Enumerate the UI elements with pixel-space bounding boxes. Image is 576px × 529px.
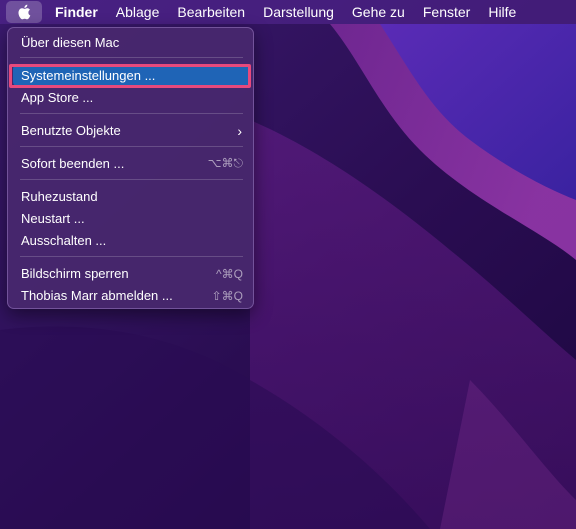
menu-item-app-store[interactable]: App Store ... — [13, 87, 249, 108]
menu-item-force-quit[interactable]: Sofort beenden ... ⌥⌘⎋ — [13, 153, 249, 174]
apple-logo-icon — [18, 4, 31, 20]
menubar-fenster[interactable]: Fenster — [414, 4, 479, 20]
menu-item-recent-items[interactable]: Benutzte Objekte › — [13, 120, 249, 141]
menu-separator — [20, 57, 243, 58]
menubar-bearbeiten[interactable]: Bearbeiten — [168, 4, 254, 20]
menubar-ablage[interactable]: Ablage — [107, 4, 169, 20]
keyboard-shortcut: ⌥⌘⎋ — [207, 156, 243, 170]
menubar-hilfe[interactable]: Hilfe — [479, 4, 525, 20]
menu-item-label: Sofort beenden ... — [21, 156, 125, 171]
apple-menu-button[interactable] — [6, 1, 42, 23]
menubar-finder[interactable]: Finder — [46, 4, 107, 20]
menu-separator — [20, 179, 243, 180]
menu-item-label: Neustart ... — [21, 211, 85, 226]
menu-item-about-this-mac[interactable]: Über diesen Mac — [13, 32, 249, 53]
menu-item-lock-screen[interactable]: Bildschirm sperren ^⌘Q — [13, 263, 249, 284]
menu-separator — [20, 113, 243, 114]
menu-bar: Finder Ablage Bearbeiten Darstellung Geh… — [0, 0, 576, 24]
menu-item-restart[interactable]: Neustart ... — [13, 208, 249, 229]
annotation-highlight-box — [9, 64, 251, 88]
menu-item-log-out[interactable]: Thobias Marr abmelden ... ⇧⌘Q — [13, 285, 249, 306]
menu-item-label: App Store ... — [21, 90, 94, 105]
menu-item-sleep[interactable]: Ruhezustand — [13, 186, 249, 207]
menu-item-label: Bildschirm sperren — [21, 266, 129, 281]
apple-dropdown-menu: Über diesen Mac Systemeinstellungen ... … — [7, 27, 254, 309]
menu-item-label: Thobias Marr abmelden ... — [21, 288, 173, 303]
menu-item-label: Ausschalten ... — [21, 233, 107, 248]
menu-item-shut-down[interactable]: Ausschalten ... — [13, 230, 249, 251]
menu-item-label: Ruhezustand — [21, 189, 98, 204]
menubar-gehe-zu[interactable]: Gehe zu — [343, 4, 414, 20]
menu-separator — [20, 256, 243, 257]
menu-item-label: Benutzte Objekte — [21, 123, 121, 138]
menu-separator — [20, 146, 243, 147]
menubar-darstellung[interactable]: Darstellung — [254, 4, 343, 20]
menu-item-label: Über diesen Mac — [21, 35, 120, 50]
keyboard-shortcut: ^⌘Q — [216, 266, 243, 281]
chevron-right-icon: › — [237, 122, 242, 139]
keyboard-shortcut: ⇧⌘Q — [211, 288, 243, 303]
